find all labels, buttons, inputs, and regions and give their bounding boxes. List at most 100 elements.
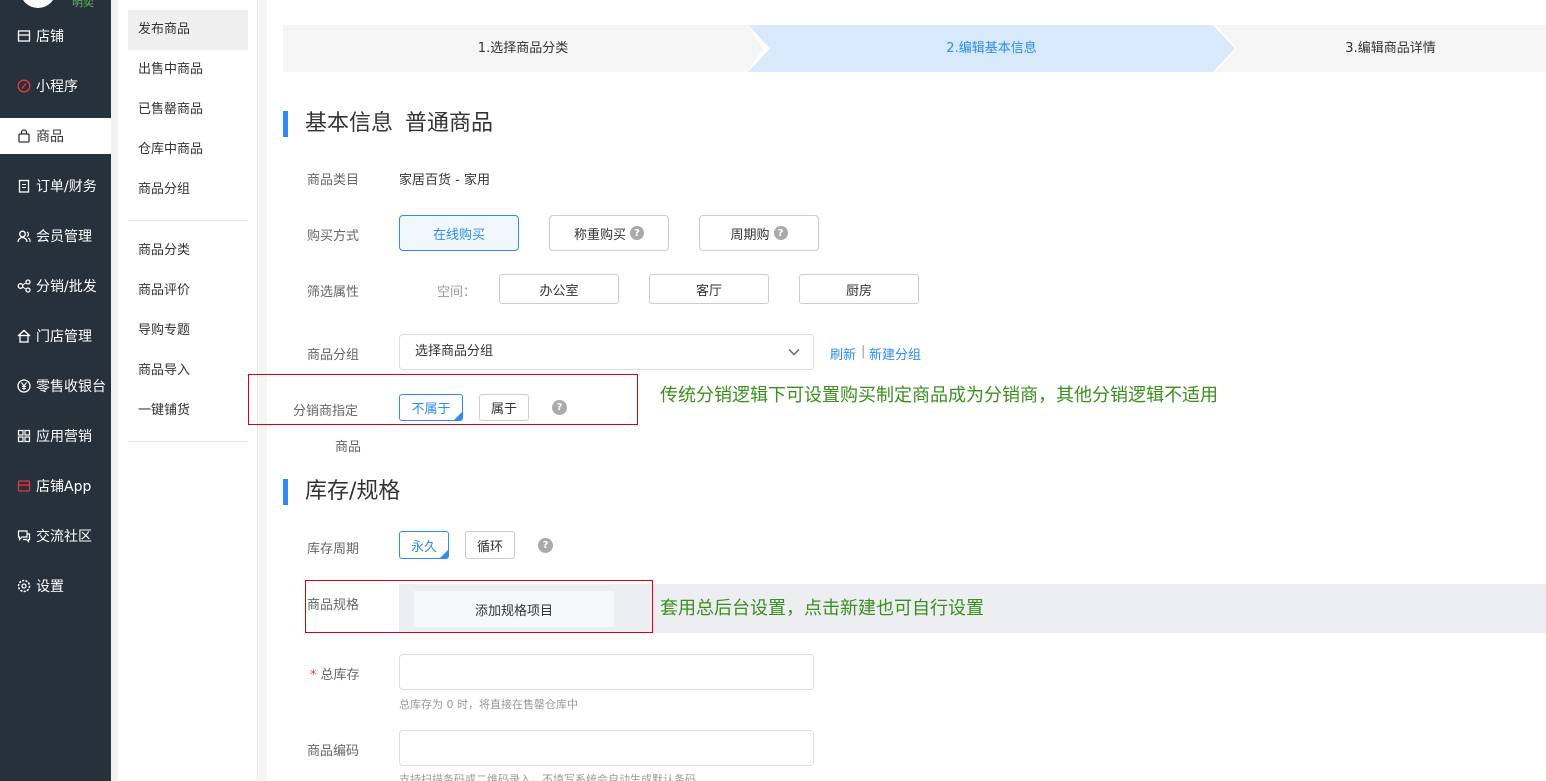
sidebar-item-community[interactable]: 交流社区 bbox=[0, 518, 111, 554]
sidebar-item-orders[interactable]: 订单/财务 bbox=[0, 168, 111, 204]
distributor-label-cont: 商品 bbox=[335, 440, 362, 455]
required-marker: * bbox=[310, 668, 317, 683]
shop-tag: 明奕 bbox=[72, 0, 94, 9]
apps-icon bbox=[16, 428, 32, 444]
subnav-item-topics[interactable]: 导购专题 bbox=[128, 311, 248, 351]
progress-steps: 1.选择商品分类 3.编辑商品详情 2.编辑基本信息 bbox=[283, 25, 1546, 72]
buy-weighted-button[interactable]: 称重购买? bbox=[549, 215, 669, 251]
subnav-item-groups[interactable]: 商品分组 bbox=[128, 170, 248, 210]
total-stock-input[interactable] bbox=[399, 654, 814, 690]
not-belong-button[interactable]: 不属于 bbox=[399, 394, 463, 421]
period-cycle-button[interactable]: 循环 bbox=[465, 531, 515, 559]
category-label: 商品类目 bbox=[307, 173, 360, 188]
step-edit-basic-info[interactable]: 2.编辑基本信息 bbox=[748, 25, 1235, 72]
share-icon bbox=[16, 278, 32, 294]
annotation-spec-note: 套用总后台设置，点击新建也可自行设置 bbox=[660, 598, 984, 619]
filter-attr-label: 筛选属性 bbox=[307, 285, 360, 300]
step-select-category[interactable]: 1.选择商品分类 bbox=[283, 25, 763, 72]
sidebar-item-label: 零售收银台 bbox=[36, 379, 106, 395]
selected-corner-icon bbox=[454, 412, 462, 420]
chevron-down-icon bbox=[788, 348, 800, 356]
members-icon bbox=[16, 228, 32, 244]
selected-corner-icon bbox=[440, 550, 448, 558]
distributor-label: 分销商指定 bbox=[293, 404, 359, 419]
belong-button[interactable]: 属于 bbox=[479, 394, 529, 421]
sidebar-item-goods[interactable]: 商品 bbox=[0, 118, 111, 154]
refresh-link[interactable]: 刷新 bbox=[830, 344, 856, 363]
subnav-item-publish[interactable]: 发布商品 bbox=[128, 10, 248, 50]
product-code-input[interactable] bbox=[399, 730, 814, 766]
store-icon bbox=[16, 28, 32, 44]
stock-period-label: 库存周期 bbox=[307, 542, 360, 557]
subnav-item-warehouse[interactable]: 仓库中商品 bbox=[128, 130, 248, 170]
subnav-item-one-click[interactable]: 一键铺货 bbox=[128, 391, 248, 431]
sidebar-item-settings[interactable]: 设置 bbox=[0, 568, 111, 604]
shop-avatar[interactable] bbox=[20, 0, 56, 8]
sidebar-item-label: 门店管理 bbox=[36, 329, 92, 345]
secondary-nav: 发布商品 出售中商品 已售罄商品 仓库中商品 商品分组 商品分类 商品评价 导购… bbox=[111, 0, 258, 781]
sidebar-item-label: 小程序 bbox=[36, 79, 78, 95]
buy-online-button[interactable]: 在线购买 bbox=[399, 215, 519, 251]
space-label: 空间： bbox=[437, 285, 477, 300]
section-title-stock: 库存/规格 bbox=[283, 479, 400, 505]
help-icon[interactable]: ? bbox=[552, 400, 567, 415]
group-select[interactable]: 选择商品分组 bbox=[399, 334, 814, 370]
space-living-room-button[interactable]: 客厅 bbox=[649, 274, 769, 304]
subnav-item-on-sale[interactable]: 出售中商品 bbox=[128, 50, 248, 90]
nav-spacer bbox=[111, 0, 118, 781]
period-permanent-button[interactable]: 永久 bbox=[399, 531, 449, 559]
section-title-basic: 基本信息 普通商品 bbox=[283, 111, 493, 137]
buy-method-label: 购买方式 bbox=[307, 229, 360, 244]
app-store-icon bbox=[16, 478, 32, 494]
buy-periodic-button[interactable]: 周期购? bbox=[699, 215, 819, 251]
help-icon[interactable]: ? bbox=[773, 226, 788, 240]
sidebar-item-label: 店铺App bbox=[36, 479, 92, 495]
sidebar-item-label: 交流社区 bbox=[36, 529, 92, 545]
help-icon[interactable]: ? bbox=[630, 226, 644, 240]
main-sidebar: 明奕 店铺 小程序 商品 订单/财务 会员管理 分销/批发 门店管理 零售收银台… bbox=[0, 0, 111, 781]
sidebar-item-store[interactable]: 店铺 bbox=[0, 18, 111, 54]
link-separator: | bbox=[861, 344, 866, 359]
category-value: 家居百货 - 家用 bbox=[399, 173, 490, 188]
total-stock-hint: 总库存为 0 时，将直接在售罄仓库中 bbox=[399, 698, 578, 711]
subnav-divider bbox=[128, 441, 248, 442]
sidebar-item-label: 商品 bbox=[36, 129, 64, 145]
sidebar-item-label: 会员管理 bbox=[36, 229, 92, 245]
clipboard-icon bbox=[16, 178, 32, 194]
sidebar-item-label: 店铺 bbox=[36, 29, 64, 45]
spec-label: 商品规格 bbox=[307, 598, 360, 613]
sidebar-item-marketing[interactable]: 应用营销 bbox=[0, 418, 111, 454]
product-code-hint: 支持扫描条码或二维码录入，不填写系统会自动生成默认条码 bbox=[399, 773, 696, 781]
subnav-divider bbox=[128, 220, 248, 221]
space-kitchen-button[interactable]: 厨房 bbox=[799, 274, 919, 304]
add-spec-button[interactable]: 添加规格项目 bbox=[414, 591, 614, 627]
space-office-button[interactable]: 办公室 bbox=[499, 274, 619, 304]
sidebar-item-members[interactable]: 会员管理 bbox=[0, 218, 111, 254]
subnav-item-import[interactable]: 商品导入 bbox=[128, 351, 248, 391]
sidebar-item-distribution[interactable]: 分销/批发 bbox=[0, 268, 111, 304]
new-group-link[interactable]: 新建分组 bbox=[869, 344, 921, 363]
subnav-item-reviews[interactable]: 商品评价 bbox=[128, 271, 248, 311]
help-icon[interactable]: ? bbox=[538, 538, 553, 553]
sidebar-item-label: 分销/批发 bbox=[36, 279, 97, 295]
product-code-label: 商品编码 bbox=[307, 744, 360, 759]
sidebar-item-pos[interactable]: 零售收银台 bbox=[0, 368, 111, 404]
chat-icon bbox=[16, 528, 32, 544]
annotation-distributor-note: 传统分销逻辑下可设置购买制定商品成为分销商，其他分销逻辑不适用 bbox=[660, 385, 1218, 406]
subnav-item-sold-out[interactable]: 已售罄商品 bbox=[128, 90, 248, 130]
app-root: 明奕 店铺 小程序 商品 订单/财务 会员管理 分销/批发 门店管理 零售收银台… bbox=[0, 0, 1546, 781]
sidebar-item-stores[interactable]: 门店管理 bbox=[0, 318, 111, 354]
group-label: 商品分组 bbox=[307, 348, 360, 363]
gear-icon bbox=[16, 578, 32, 594]
sidebar-item-app[interactable]: 店铺App bbox=[0, 468, 111, 504]
step-edit-details[interactable]: 3.编辑商品详情 bbox=[1215, 25, 1546, 72]
sidebar-item-label: 设置 bbox=[36, 579, 64, 595]
sidebar-item-label: 应用营销 bbox=[36, 429, 92, 445]
total-stock-label: * 总库存 bbox=[310, 668, 360, 683]
sidebar-item-miniprogram[interactable]: 小程序 bbox=[0, 68, 111, 104]
yen-icon bbox=[16, 378, 32, 394]
sidebar-item-label: 订单/财务 bbox=[36, 179, 97, 195]
miniprogram-icon bbox=[16, 78, 32, 94]
home-icon bbox=[16, 328, 32, 344]
subnav-item-categories[interactable]: 商品分类 bbox=[128, 231, 248, 271]
